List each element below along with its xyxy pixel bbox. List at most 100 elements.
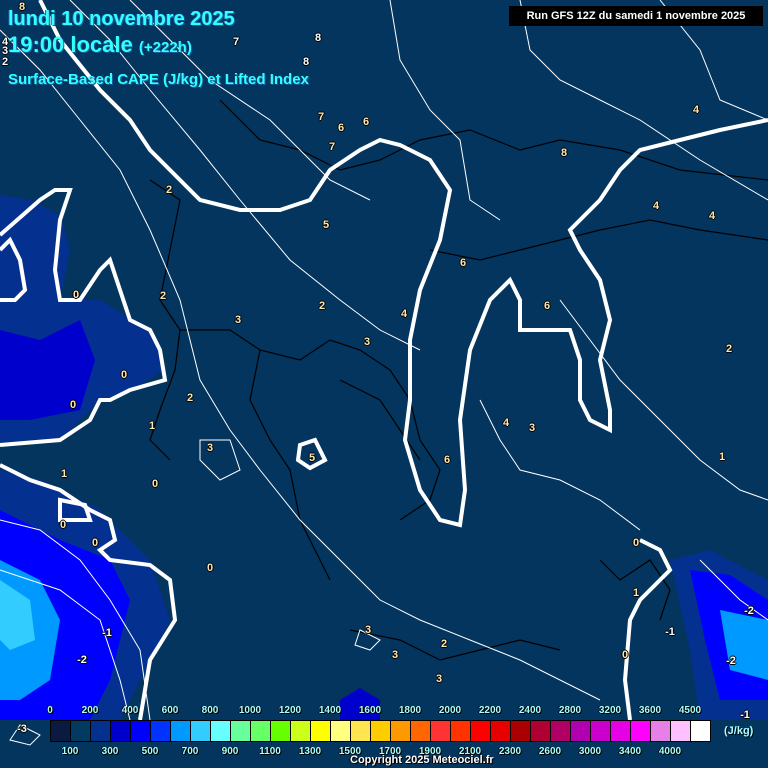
legend-swatch bbox=[211, 721, 231, 741]
contour-label: 8 bbox=[302, 56, 310, 68]
legend-tick-bottom: 100 bbox=[61, 746, 79, 757]
legend-swatch bbox=[231, 721, 251, 741]
contour-label: 2 bbox=[318, 300, 326, 312]
legend-swatch bbox=[551, 721, 571, 741]
contour-label: 5 bbox=[322, 219, 330, 231]
contour-label: 6 bbox=[337, 122, 345, 134]
legend-tick-top: 4500 bbox=[678, 705, 702, 716]
contour-label: 1 bbox=[148, 420, 156, 432]
legend-tick-bottom: 900 bbox=[221, 746, 239, 757]
legend-swatch bbox=[271, 721, 291, 741]
legend-swatch bbox=[651, 721, 671, 741]
contour-label: 1 bbox=[718, 451, 726, 463]
legend-tick-top: 2400 bbox=[518, 705, 542, 716]
contour-label: 3 bbox=[234, 314, 242, 326]
contour-label: 0 bbox=[206, 562, 214, 574]
legend-swatch bbox=[51, 721, 71, 741]
contour-label: 4 bbox=[652, 200, 660, 212]
contour-label: 0 bbox=[120, 369, 128, 381]
legend-swatch bbox=[571, 721, 591, 741]
legend-tick-top: 1400 bbox=[318, 705, 342, 716]
legend-tick-top: 800 bbox=[201, 705, 219, 716]
contour-label: 0 bbox=[59, 519, 67, 531]
legend-swatch bbox=[691, 721, 710, 741]
copyright: Copyright 2025 Meteociel.fr bbox=[350, 754, 494, 766]
contour-label: 2 bbox=[1, 56, 9, 68]
contour-label: 3 bbox=[364, 624, 372, 636]
contour-label: 7 bbox=[232, 36, 240, 48]
contour-label: 8 bbox=[314, 32, 322, 44]
contour-label: 2 bbox=[440, 638, 448, 650]
contour-label: -2 bbox=[77, 654, 87, 666]
legend-swatch bbox=[531, 721, 551, 741]
contour-label: 3 bbox=[206, 442, 214, 454]
legend-tick-top: 200 bbox=[81, 705, 99, 716]
legend-swatch bbox=[291, 721, 311, 741]
legend-tick-bottom: 300 bbox=[101, 746, 119, 757]
legend-tick-bottom: 1100 bbox=[259, 746, 281, 757]
contour-label: 0 bbox=[69, 399, 77, 411]
legend-tick-top: 1600 bbox=[358, 705, 382, 716]
legend-swatch bbox=[611, 721, 631, 741]
legend-swatch bbox=[351, 721, 371, 741]
legend-tick-top: 1200 bbox=[278, 705, 302, 716]
forecast-lead: (+222h) bbox=[138, 39, 192, 56]
legend-tick-top: 0 bbox=[47, 705, 53, 716]
contour-label: 0 bbox=[151, 478, 159, 490]
contour-label: 0 bbox=[621, 649, 629, 661]
contour-label: 2 bbox=[159, 290, 167, 302]
legend-tick-bottom: 4000 bbox=[658, 746, 682, 757]
legend-swatch bbox=[671, 721, 691, 741]
contour-label: 4 bbox=[692, 104, 700, 116]
legend-swatch bbox=[251, 721, 271, 741]
legend-tick-bottom: 3000 bbox=[578, 746, 602, 757]
forecast-date: lundi 10 novembre 2025 bbox=[8, 8, 235, 30]
legend-tick-bottom: 500 bbox=[141, 746, 159, 757]
contour-label: -1 bbox=[102, 627, 112, 639]
forecast-time-label: 19:00 locale bbox=[8, 32, 133, 57]
legend-swatch bbox=[391, 721, 411, 741]
contour-label: 2 bbox=[165, 184, 173, 196]
legend-swatch bbox=[631, 721, 651, 741]
legend-swatch bbox=[71, 721, 91, 741]
legend-tick-top: 2800 bbox=[558, 705, 582, 716]
contour-label: 8 bbox=[560, 147, 568, 159]
legend-swatch bbox=[451, 721, 471, 741]
legend-tick-top: 2000 bbox=[438, 705, 462, 716]
contour-label: 4 bbox=[400, 308, 408, 320]
contour-label: 2 bbox=[186, 392, 194, 404]
legend-tick-bottom: 1300 bbox=[298, 746, 322, 757]
contour-label: 2 bbox=[725, 343, 733, 355]
weather-map-panel: lundi 10 novembre 2025 19:00 locale (+22… bbox=[0, 0, 768, 768]
legend-tick-top: 3600 bbox=[638, 705, 662, 716]
contour-label: 3 bbox=[528, 422, 536, 434]
legend-tick-top: 2200 bbox=[478, 705, 502, 716]
legend-tick-bottom: 3400 bbox=[618, 746, 642, 757]
contour-label: 6 bbox=[443, 454, 451, 466]
legend-swatch bbox=[111, 721, 131, 741]
legend-tick-top: 1000 bbox=[238, 705, 262, 716]
contour-label: 3 bbox=[435, 673, 443, 685]
contour-label: 7 bbox=[328, 141, 336, 153]
legend-swatch bbox=[171, 721, 191, 741]
legend-swatch bbox=[311, 721, 331, 741]
map-title: Surface-Based CAPE (J/kg) et Lifted Inde… bbox=[8, 71, 309, 88]
contour-label: 6 bbox=[459, 257, 467, 269]
legend-tick-bottom: 2300 bbox=[498, 746, 522, 757]
contour-label: 0 bbox=[72, 289, 80, 301]
legend-tick-bottom: 700 bbox=[181, 746, 199, 757]
legend-tick-top: 3200 bbox=[598, 705, 622, 716]
legend-swatch bbox=[131, 721, 151, 741]
contour-label: -2 bbox=[744, 605, 754, 617]
legend-unit: (J/kg) bbox=[724, 725, 754, 737]
contour-label: 6 bbox=[543, 300, 551, 312]
contour-label: 6 bbox=[362, 116, 370, 128]
run-info: Run GFS 12Z du samedi 1 novembre 2025 bbox=[509, 6, 763, 26]
legend-tick-top: 1800 bbox=[398, 705, 422, 716]
contour-label: 0 bbox=[632, 537, 640, 549]
legend-swatch bbox=[331, 721, 351, 741]
contour-label: 7 bbox=[317, 111, 325, 123]
contour-label: -2 bbox=[726, 655, 736, 667]
color-legend bbox=[50, 720, 711, 742]
legend-swatch bbox=[191, 721, 211, 741]
